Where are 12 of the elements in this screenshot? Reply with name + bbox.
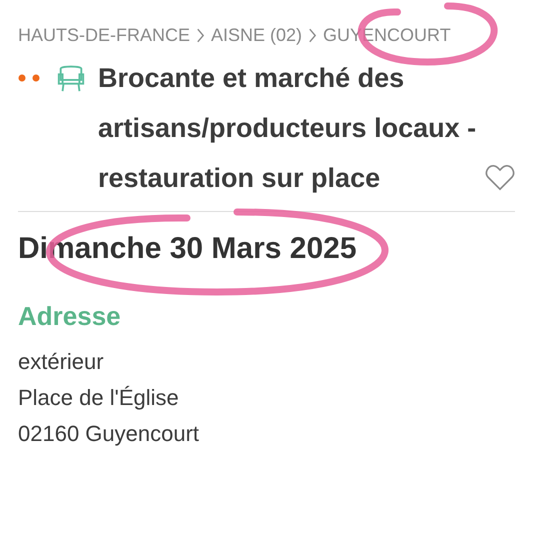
address-line: extérieur bbox=[18, 348, 104, 376]
address-line: 02160 Guyencourt bbox=[18, 420, 200, 448]
breadcrumb-link[interactable]: AISNE (02) bbox=[211, 22, 302, 49]
chevron-icon bbox=[308, 28, 318, 43]
event-title: Brocante et marché des artisans/producteurs locaux - restauration sur place bbox=[98, 63, 476, 193]
chevron-icon bbox=[196, 28, 206, 43]
breadcrumb-link[interactable]: HAUTS-DE-FRANCE bbox=[18, 22, 190, 49]
armchair-icon bbox=[56, 63, 86, 93]
heart-icon[interactable] bbox=[485, 164, 515, 191]
address-line: Place de l'Église bbox=[18, 384, 179, 412]
dots-icon bbox=[18, 73, 42, 83]
section-heading: Adresse bbox=[18, 300, 122, 333]
